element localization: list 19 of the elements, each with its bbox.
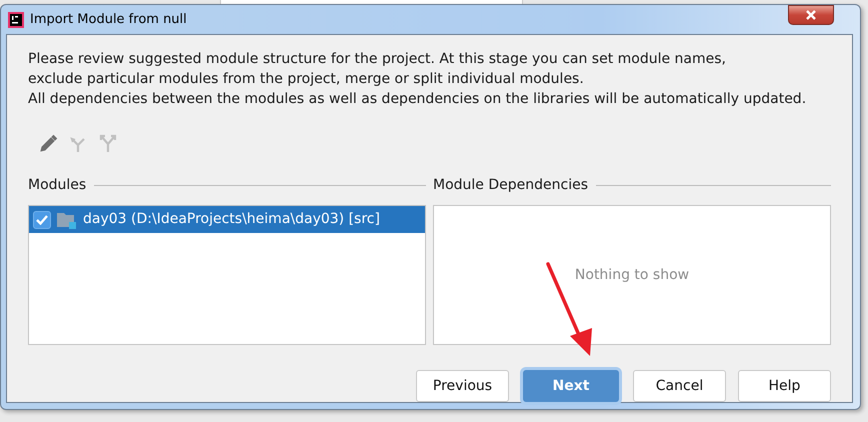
dependencies-heading: Module Dependencies [433,176,588,194]
pencil-icon[interactable] [38,134,58,154]
window-title: Import Module from null [30,10,187,29]
description-text: exclude particular modules from the project, merge or split individual modules. [28,70,585,89]
close-button[interactable] [788,5,834,25]
checkbox[interactable] [33,210,51,228]
dialog-button[interactable]: Previous [416,370,509,402]
dialog-button[interactable]: Help [738,370,831,402]
module-label: day03 (D:\IdeaProjects\heima\day03) [src] [83,210,380,229]
app-logo-icon [8,12,24,28]
description-text: Please review suggested module structure for the project. At this stage you can set module names, [28,50,727,69]
dialog-button[interactable]: Next [523,370,619,402]
modules-heading: Modules [28,176,86,194]
close-icon [805,10,817,20]
module-folder-icon [57,210,77,228]
empty-message: Nothing to show [574,266,690,284]
module-row[interactable]: day03 (D:\IdeaProjects\heima\day03) [src] [29,206,425,233]
description-text: All dependencies between the modules as well as dependencies on the libraries will be automatically updated. [28,90,808,109]
dialog-button[interactable]: Cancel [633,370,726,402]
